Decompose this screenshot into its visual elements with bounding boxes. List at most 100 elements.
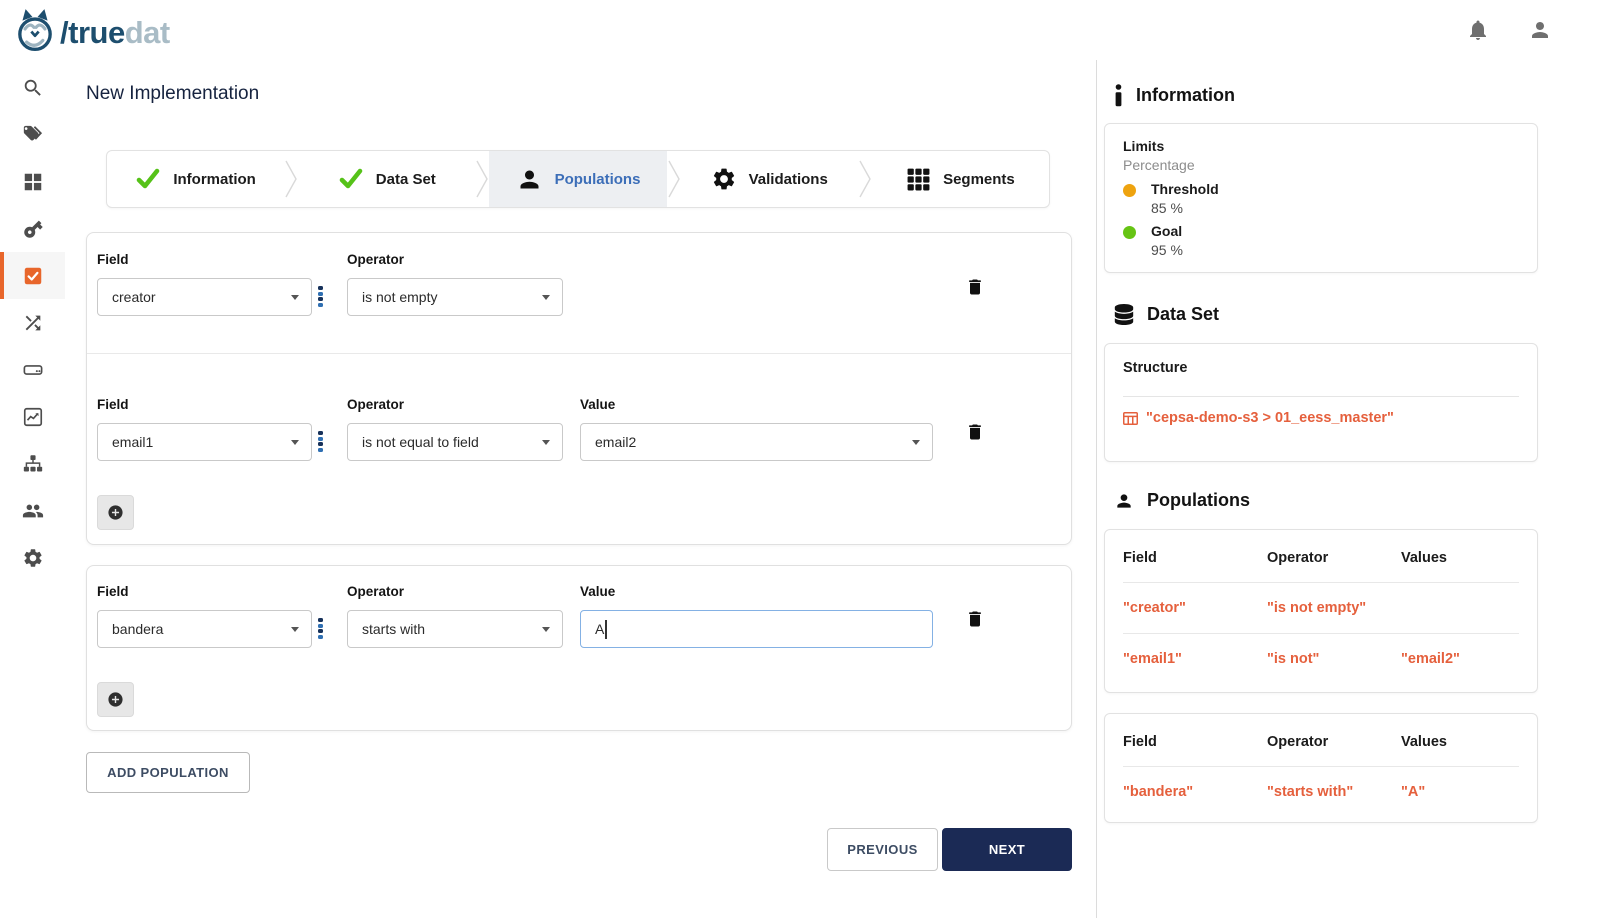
col-field: Field [1123, 734, 1267, 750]
step-label: Segments [943, 171, 1015, 188]
step-label: Populations [555, 171, 641, 188]
add-population-button[interactable]: ADD POPULATION [86, 752, 250, 793]
delete-condition-button[interactable] [963, 607, 987, 631]
value-text-input[interactable]: A [580, 610, 933, 648]
sidebar-item-settings[interactable] [0, 534, 65, 581]
field-label: Field [97, 584, 129, 599]
operator-label: Operator [347, 397, 404, 412]
structure-value: "cepsa-demo-s3 > 01_eess_master" [1146, 410, 1394, 426]
sidebar-item-permissions[interactable] [0, 205, 65, 252]
populations-section-heading: Populations [1114, 490, 1250, 511]
table-header-row: Field Operator Values [1123, 718, 1519, 766]
sidebar-item-dashboard[interactable] [0, 158, 65, 205]
page-title: New Implementation [86, 83, 259, 105]
chevron-down-icon [542, 295, 550, 300]
value-select-value: email2 [595, 434, 636, 450]
populations-summary-card-1: Field Operator Values "creator" "is not … [1104, 529, 1538, 693]
field-select[interactable]: creator [97, 278, 312, 316]
add-condition-button[interactable] [97, 682, 134, 717]
structure-link[interactable]: "cepsa-demo-s3 > 01_eess_master" [1123, 410, 1394, 426]
step-separator [475, 151, 489, 207]
delete-condition-button[interactable] [963, 275, 987, 299]
trash-icon [965, 276, 985, 298]
summary-panel: Information Limits Percentage Threshold … [1096, 60, 1604, 918]
goal-dot-icon [1123, 226, 1136, 239]
cell-values: "A" [1401, 784, 1519, 800]
operator-select[interactable]: starts with [347, 610, 563, 648]
operator-select-value: is not empty [362, 289, 437, 305]
notifications-bell-icon[interactable] [1466, 18, 1490, 42]
goal-value: 95 % [1151, 242, 1183, 258]
cell-operator: "is not empty" [1267, 600, 1401, 616]
operator-select-value: starts with [362, 621, 425, 637]
threshold-label: Threshold [1151, 181, 1219, 197]
section-title: Information [1136, 85, 1235, 106]
next-button[interactable]: NEXT [942, 828, 1072, 871]
key-icon [22, 218, 44, 240]
owl-logo-icon [14, 7, 56, 58]
information-section-heading: Information [1114, 84, 1235, 107]
brand-slash: / [60, 15, 68, 50]
cell-field: "bandera" [1123, 784, 1267, 800]
operator-label: Operator [347, 584, 404, 599]
delete-condition-button[interactable] [963, 420, 987, 444]
field-label: Field [97, 252, 129, 267]
operator-select[interactable]: is not equal to field [347, 423, 563, 461]
check-icon [135, 166, 161, 192]
col-values: Values [1401, 550, 1519, 566]
sidebar-item-lineage[interactable] [0, 299, 65, 346]
step-segments[interactable]: Segments [872, 151, 1049, 207]
sidebar-item-tags[interactable] [0, 111, 65, 158]
field-select-value: email1 [112, 434, 153, 450]
sidebar-item-groups[interactable] [0, 487, 65, 534]
step-populations-active[interactable]: Populations [489, 151, 666, 207]
sidebar-item-sources[interactable] [0, 346, 65, 393]
step-information[interactable]: Information [107, 151, 284, 207]
section-title: Data Set [1147, 304, 1219, 325]
sidebar-item-analytics[interactable] [0, 393, 65, 440]
step-label: Information [173, 171, 256, 188]
add-circle-icon [107, 504, 124, 521]
truedat-logo[interactable]: /truedat [14, 7, 170, 58]
text-cursor [605, 620, 607, 639]
field-type-icon [318, 618, 323, 639]
left-sidebar [0, 60, 65, 918]
tags-icon [22, 124, 44, 146]
cell-operator: "is not" [1267, 651, 1401, 667]
value-select[interactable]: email2 [580, 423, 933, 461]
active-indicator-bar [0, 252, 4, 299]
step-separator [858, 151, 872, 207]
section-title: Populations [1147, 490, 1250, 511]
step-data-set[interactable]: Data Set [298, 151, 475, 207]
operator-select[interactable]: is not empty [347, 278, 563, 316]
col-field: Field [1123, 550, 1267, 566]
field-select[interactable]: bandera [97, 610, 312, 648]
previous-button[interactable]: PREVIOUS [827, 828, 938, 871]
populations-summary-card-2: Field Operator Values "bandera" "starts … [1104, 713, 1538, 823]
threshold-value: 85 % [1151, 200, 1183, 216]
sidebar-item-quality-active[interactable] [0, 252, 65, 299]
row-divider [87, 353, 1071, 354]
cell-field: "creator" [1123, 600, 1267, 616]
chart-trend-icon [22, 406, 44, 428]
search-icon [22, 77, 44, 99]
structure-label: Structure [1123, 360, 1187, 376]
operator-select-value: is not equal to field [362, 434, 479, 450]
wizard-nav-buttons: PREVIOUS NEXT [827, 828, 1072, 871]
trash-icon [965, 608, 985, 630]
table-header-row: Field Operator Values [1123, 534, 1519, 582]
operator-label: Operator [347, 252, 404, 267]
user-account-icon[interactable] [1528, 18, 1552, 42]
check-icon [338, 166, 364, 192]
step-label: Data Set [376, 171, 436, 188]
add-condition-button[interactable] [97, 495, 134, 530]
sidebar-item-taxonomy[interactable] [0, 440, 65, 487]
add-circle-icon [107, 691, 124, 708]
sidebar-item-search[interactable] [0, 64, 65, 111]
field-select-value: bandera [112, 621, 163, 637]
population-card-2: Field bandera Operator starts with Value… [86, 565, 1072, 731]
field-select[interactable]: email1 [97, 423, 312, 461]
table-icon [1123, 412, 1138, 425]
step-validations[interactable]: Validations [681, 151, 858, 207]
value-input-text: A [595, 621, 604, 637]
